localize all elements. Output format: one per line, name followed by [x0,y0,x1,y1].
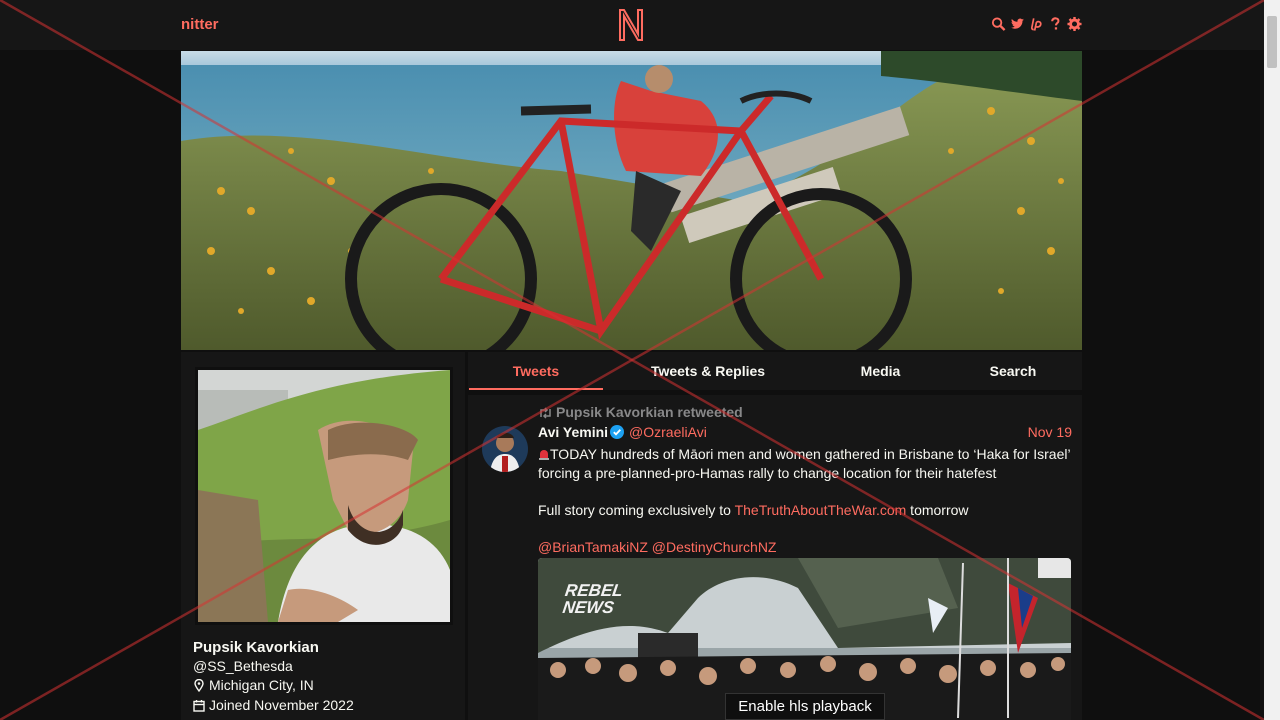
help-icon[interactable] [1048,16,1063,32]
scrollbar-thumb[interactable] [1267,16,1277,68]
verified-badge-icon [610,425,625,439]
tweet-author-avatar[interactable] [482,426,528,472]
liberapay-icon[interactable] [1029,16,1044,32]
profile-location: Michigan City, IN [193,677,314,693]
tweet-header: Avi Yemini @OzraeliAvi Nov 19 [538,424,1072,442]
enable-hls-playback-button[interactable]: Enable hls playback [725,693,885,720]
calendar-icon [193,699,205,712]
timeline-tabs: Tweets Tweets & Replies Media Search [468,352,1082,390]
twitter-icon[interactable] [1010,16,1025,32]
profile-location-text: Michigan City, IN [209,677,314,693]
tab-search[interactable]: Search [958,352,1068,390]
nitter-logo[interactable] [617,8,645,42]
tweet-author-name[interactable]: Avi Yemini [538,424,608,440]
tweet-link[interactable]: TheTruthAboutTheWar.com [735,502,907,518]
tweet-text-line2-suffix: tomorrow [906,501,969,518]
media-watermark: REBEL NEWS [561,581,624,617]
tab-tweets[interactable]: Tweets [469,352,603,390]
tab-tweets-replies[interactable]: Tweets & Replies [623,352,793,390]
profile-fullname[interactable]: Pupsik Kavorkian [193,639,319,656]
tweet-text-line1: TODAY hundreds of Māori men and women ga… [538,446,1071,481]
location-pin-icon [193,678,205,692]
rotating-light-emoji-icon [538,446,550,460]
nav-icons [991,16,1082,32]
profile-avatar[interactable] [195,367,453,625]
page-scrollbar[interactable] [1264,0,1280,720]
tweet-author-handle[interactable]: @OzraeliAvi [629,424,707,440]
tweet-content: TODAY hundreds of Māori men and women ga… [538,445,1072,556]
tab-media[interactable]: Media [828,352,933,390]
tweet-card[interactable]: Pupsik Kavorkian retweeted Avi Yemini @Oz… [468,395,1082,720]
retweet-header: Pupsik Kavorkian retweeted [538,404,743,420]
settings-icon[interactable] [1067,16,1082,32]
navbar: nitter [0,0,1264,50]
tweet-mention-2[interactable]: @DestinyChurchNZ [652,539,777,555]
timeline: Tweets Tweets & Replies Media Search Pup… [468,352,1082,720]
retweet-label: Pupsik Kavorkian retweeted [556,404,743,420]
profile-banner[interactable] [181,51,1082,350]
profile-username[interactable]: @SS_Bethesda [193,658,293,674]
retweet-icon [538,406,553,419]
profile-joined: Joined November 2022 [193,697,354,713]
tweet-date[interactable]: Nov 19 [1028,424,1072,440]
search-icon[interactable] [991,16,1006,32]
profile-joined-text: Joined November 2022 [209,697,354,713]
tweet-mention-1[interactable]: @BrianTamakiNZ [538,539,648,555]
profile-card: Pupsik Kavorkian @SS_Bethesda Michigan C… [181,352,465,720]
site-name-link[interactable]: nitter [181,16,219,33]
tweet-text-line2: Full story coming exclusively to [538,501,735,518]
